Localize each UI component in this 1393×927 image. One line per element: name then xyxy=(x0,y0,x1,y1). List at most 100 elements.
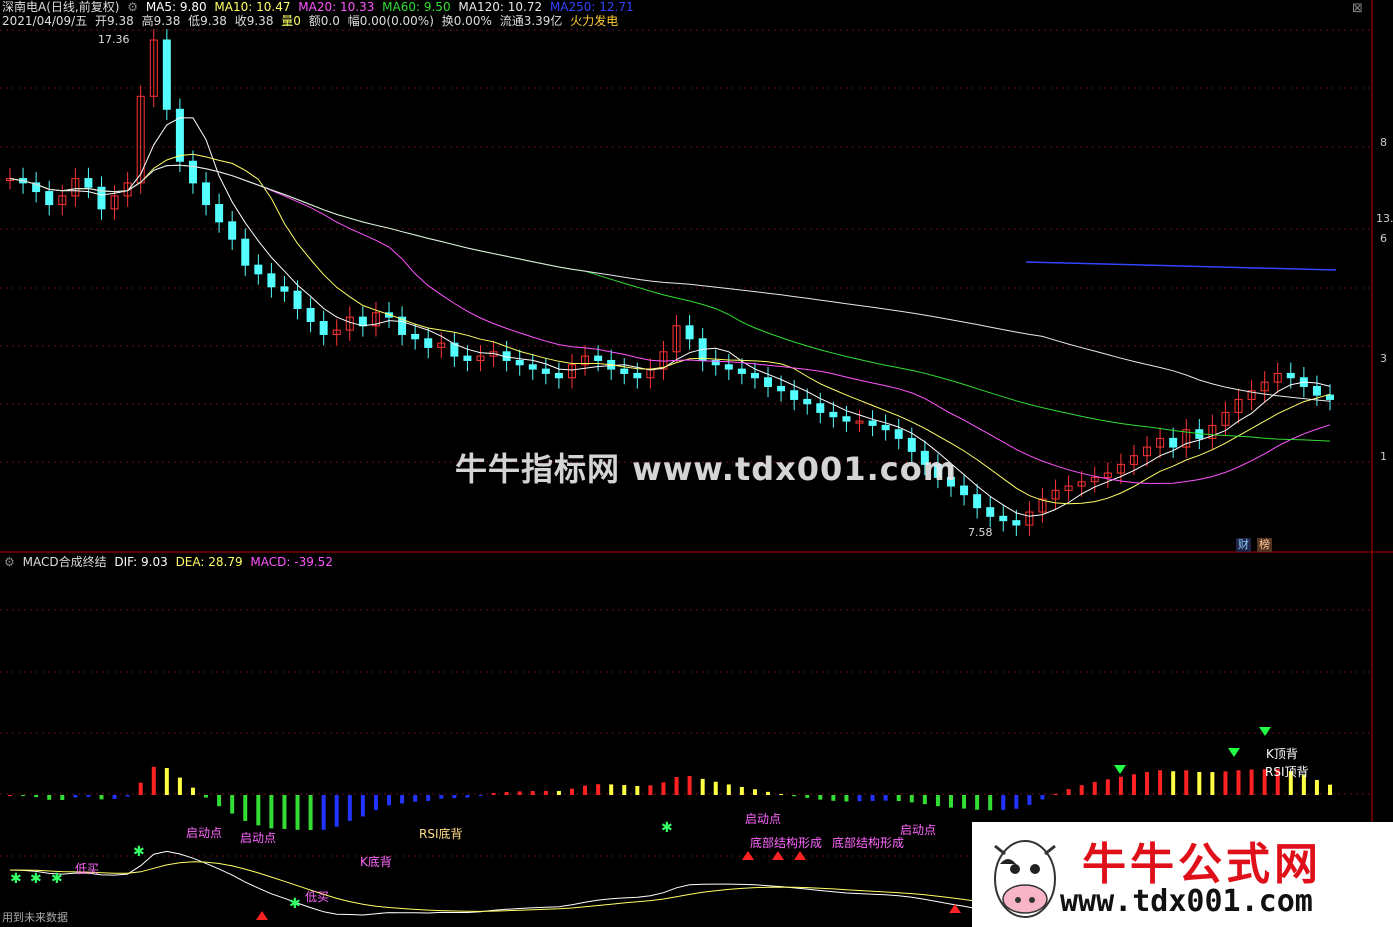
macd-bar-6 xyxy=(86,795,91,797)
macd-bar-47 xyxy=(622,785,627,795)
macd-bar-13 xyxy=(177,777,182,795)
low-price-label: 7.58 xyxy=(968,526,993,539)
macd-bar-87 xyxy=(1145,772,1150,795)
macd-bar-76 xyxy=(1001,795,1006,810)
macd-bar-18 xyxy=(243,795,248,821)
macd-bar-60 xyxy=(792,795,797,797)
macd-label: MACD: -39.52 xyxy=(250,555,333,569)
macd-bar-57 xyxy=(752,789,757,795)
candle-body-23 xyxy=(306,307,315,322)
indicator-name[interactable]: MACD合成终结 xyxy=(23,555,107,569)
stock-name[interactable]: 深南电A(日线,前复权) xyxy=(2,0,119,14)
macd-bar-40 xyxy=(530,791,535,795)
star-mark-0: ✱ xyxy=(10,871,22,887)
cow-icon xyxy=(994,840,1056,918)
axis-label-4: 3 xyxy=(1380,352,1387,365)
macd-bar-69 xyxy=(909,795,914,803)
macd-bar-7 xyxy=(99,795,104,800)
axis-label-5: 1 xyxy=(1380,450,1387,463)
macd-bar-73 xyxy=(962,795,967,809)
macd-bar-14 xyxy=(190,787,195,795)
candle-body-57 xyxy=(750,372,759,379)
macd-bar-0 xyxy=(8,795,12,796)
bang-badge[interactable]: 榜 xyxy=(1257,538,1272,552)
candle-body-52 xyxy=(685,325,694,340)
star-mark-3: ✱ xyxy=(133,844,145,860)
settings-icon[interactable]: ⚙ xyxy=(127,0,138,14)
ma250-label: MA250: 12.71 xyxy=(549,0,634,14)
candle-body-22 xyxy=(293,290,302,309)
ma250-line xyxy=(1025,261,1337,271)
ma5-label: MA5: 9.80 xyxy=(145,0,207,14)
macd-bar-90 xyxy=(1184,770,1189,795)
ann-qidong-3: 启动点 xyxy=(745,812,782,826)
sell-triangle-2 xyxy=(1259,727,1271,736)
macd-bar-85 xyxy=(1118,776,1123,795)
macd-bar-88 xyxy=(1158,770,1163,795)
date-label: 2021/04/09/五 xyxy=(2,14,88,28)
star-mark-5: ✱ xyxy=(661,820,673,836)
candle-body-66 xyxy=(868,420,877,426)
candle-body-3 xyxy=(45,191,54,206)
macd-bar-80 xyxy=(1053,793,1058,795)
macd-bar-3 xyxy=(47,795,52,800)
macd-bar-100 xyxy=(1314,779,1319,795)
watermark: 牛牛指标网 www.tdx001.com xyxy=(455,450,958,488)
close-icon[interactable]: ⊠ xyxy=(1352,2,1363,16)
macd-bar-54 xyxy=(713,781,718,795)
ann-qidong-2: 启动点 xyxy=(240,831,277,845)
axis-label-3: 6 xyxy=(1380,232,1387,245)
candle-body-13 xyxy=(175,108,184,162)
macd-bar-92 xyxy=(1210,772,1215,795)
buy-triangle-0 xyxy=(256,911,268,920)
macd-bar-83 xyxy=(1092,781,1097,795)
ma120-label: MA120: 10.72 xyxy=(458,0,543,14)
candle-body-41 xyxy=(541,368,550,374)
macd-bar-29 xyxy=(387,795,392,806)
logo-text: 牛牛公式网 xyxy=(1082,839,1322,890)
macd-bar-49 xyxy=(648,785,653,795)
ma60-label: MA60: 9.50 xyxy=(382,0,451,14)
high-label: 高9.38 xyxy=(141,14,181,28)
candle-body-18 xyxy=(241,238,250,266)
vol-label: 量0 xyxy=(281,14,301,28)
macd-bar-89 xyxy=(1171,771,1176,795)
cai-badge[interactable]: 财 xyxy=(1236,538,1251,552)
macd-bar-42 xyxy=(556,790,561,795)
ann-rsi-top: RSI顶背 xyxy=(1265,765,1309,779)
candle-body-100 xyxy=(1312,385,1321,396)
macd-bar-34 xyxy=(452,795,457,799)
macd-bar-8 xyxy=(112,795,117,799)
macd-bar-95 xyxy=(1249,769,1254,795)
macd-bar-48 xyxy=(635,786,640,795)
macd-bar-68 xyxy=(896,795,901,802)
macd-bar-70 xyxy=(922,795,927,805)
axis-label-2: 13. xyxy=(1376,212,1393,225)
macd-bar-25 xyxy=(334,795,339,827)
candle-body-74 xyxy=(973,494,982,509)
logo-url[interactable]: www.tdx001.com xyxy=(1060,884,1313,919)
close-label: 收9.38 xyxy=(234,14,274,28)
macd-bar-44 xyxy=(583,785,588,795)
concept-label[interactable]: 火力发电 xyxy=(570,14,618,28)
macd-bar-38 xyxy=(504,792,509,795)
candle-body-35 xyxy=(463,355,472,361)
candle-body-67 xyxy=(881,424,890,431)
macd-bar-93 xyxy=(1223,771,1228,795)
candle-body-39 xyxy=(515,359,524,366)
macd-bar-59 xyxy=(779,793,784,795)
macd-bar-72 xyxy=(948,795,953,808)
candle-body-12 xyxy=(162,39,171,110)
candle-body-101 xyxy=(1326,394,1334,400)
candle-body-17 xyxy=(228,221,237,240)
candle-body-73 xyxy=(960,485,969,496)
dea-label: DEA: 28.79 xyxy=(175,555,243,569)
candle-body-63 xyxy=(829,411,838,418)
candle-body-47 xyxy=(620,368,629,374)
indicator-settings-icon[interactable]: ⚙ xyxy=(4,555,15,569)
macd-bar-33 xyxy=(439,795,444,799)
macd-bar-28 xyxy=(373,795,378,811)
macd-bar-26 xyxy=(347,795,352,821)
sell-triangle-1 xyxy=(1228,748,1240,757)
macd-bar-37 xyxy=(491,793,496,795)
